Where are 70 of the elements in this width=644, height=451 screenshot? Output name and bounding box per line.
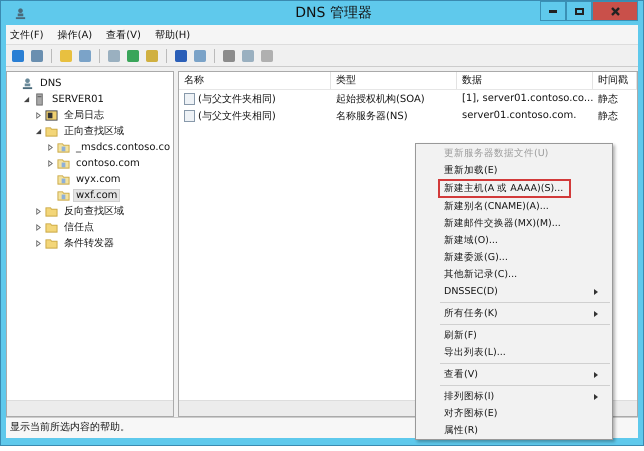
- expand-arrow-icon[interactable]: [35, 240, 42, 246]
- table-cell-text: 静态: [597, 92, 619, 106]
- tree-item[interactable]: wyx.com: [73, 172, 124, 186]
- maximize-icon: [574, 8, 584, 14]
- folder-icon: [45, 124, 58, 138]
- log-icon: [45, 108, 58, 122]
- collapse-arrow-icon[interactable]: [35, 128, 42, 134]
- menu-item[interactable]: 查看(V): [106, 28, 141, 42]
- menu-item[interactable]: 查看(V): [438, 366, 612, 383]
- dns-server-icon: [14, 6, 27, 20]
- menu-item[interactable]: 所有任务(K): [438, 305, 612, 322]
- table-cell-text: server01.contoso.com.: [461, 110, 578, 121]
- menu-item[interactable]: 新建委派(G)...: [438, 249, 612, 266]
- column-header[interactable]: 时间戳: [593, 72, 637, 89]
- zone-icon: [57, 140, 70, 154]
- menu-item[interactable]: 导出列表(L)...: [438, 344, 612, 361]
- zone-icon: [57, 188, 70, 202]
- table-cell-text: 名称服务器(NS): [335, 110, 409, 122]
- tree-item[interactable]: wxf.com: [73, 188, 120, 202]
- folder-icon: [45, 236, 58, 250]
- dns-server-icon: [21, 76, 34, 90]
- table-cell: (与父文件夹相同): [179, 92, 331, 106]
- menu-item[interactable]: 刷新(F): [438, 327, 612, 344]
- window-title: DNS 管理器: [294, 4, 373, 22]
- menu-item[interactable]: 新建别名(CNAME)(A)...: [438, 198, 612, 215]
- menu-item[interactable]: 排列图标(I): [438, 388, 612, 405]
- zone-icon: [57, 156, 70, 170]
- menu-item[interactable]: 属性(R): [438, 422, 612, 439]
- menu-item[interactable]: 文件(F): [10, 28, 44, 42]
- menu-item[interactable]: 操作(A): [58, 28, 92, 42]
- collapse-arrow-icon[interactable]: [23, 96, 30, 102]
- close-icon: [610, 6, 620, 16]
- menu-item[interactable]: 其他新记录(C)...: [438, 266, 612, 283]
- column-header[interactable]: 数据: [457, 72, 593, 89]
- maximize-button[interactable]: [566, 1, 592, 21]
- minimize-icon: [549, 10, 557, 12]
- horizontal-scrollbar[interactable]: [7, 400, 173, 416]
- close-button[interactable]: [592, 1, 638, 21]
- menu-item[interactable]: DNSSEC(D): [438, 283, 612, 300]
- menu-item[interactable]: 帮助(H): [154, 28, 190, 42]
- tree-item[interactable]: DNS: [37, 76, 65, 90]
- tree-item[interactable]: 全局日志: [61, 107, 107, 123]
- menu-item[interactable]: 新建域(O)...: [438, 232, 612, 249]
- menu-item[interactable]: 重新加载(E): [438, 162, 612, 179]
- tree-item[interactable]: contoso.com: [73, 156, 143, 170]
- expand-arrow-icon[interactable]: [47, 144, 54, 150]
- minimize-button[interactable]: [540, 1, 566, 21]
- menu-item[interactable]: 新建邮件交换器(MX)(M)...: [438, 215, 612, 232]
- menu-item[interactable]: 新建主机(A 或 AAAA)(S)...: [438, 179, 572, 198]
- table-cell-text: 静态: [597, 110, 619, 122]
- record-icon: [184, 110, 195, 122]
- folder-icon: [45, 220, 58, 234]
- expand-arrow-icon[interactable]: [35, 112, 42, 118]
- tree-item[interactable]: 反向查找区域: [61, 203, 127, 219]
- table-cell-text: 起始授权机构(SOA): [335, 92, 426, 106]
- expand-arrow-icon[interactable]: [35, 224, 42, 230]
- table-cell-text: [1], server01.contoso.co...: [461, 93, 593, 104]
- record-icon: [184, 92, 195, 104]
- tree-item[interactable]: 正向查找区域: [61, 123, 127, 139]
- folder-icon: [45, 204, 58, 218]
- tree-item[interactable]: 信任点: [61, 219, 97, 235]
- tree-item[interactable]: _msdcs.contoso.co: [73, 140, 174, 154]
- expand-arrow-icon[interactable]: [47, 160, 54, 166]
- tree-item[interactable]: 条件转发器: [61, 235, 117, 251]
- tree-item[interactable]: SERVER01: [49, 92, 107, 106]
- zone-icon: [57, 172, 70, 186]
- table-cell: (与父文件夹相同): [179, 108, 331, 122]
- column-header[interactable]: 名称: [179, 72, 331, 89]
- expand-arrow-icon[interactable]: [35, 208, 42, 214]
- column-header[interactable]: 类型: [331, 72, 457, 89]
